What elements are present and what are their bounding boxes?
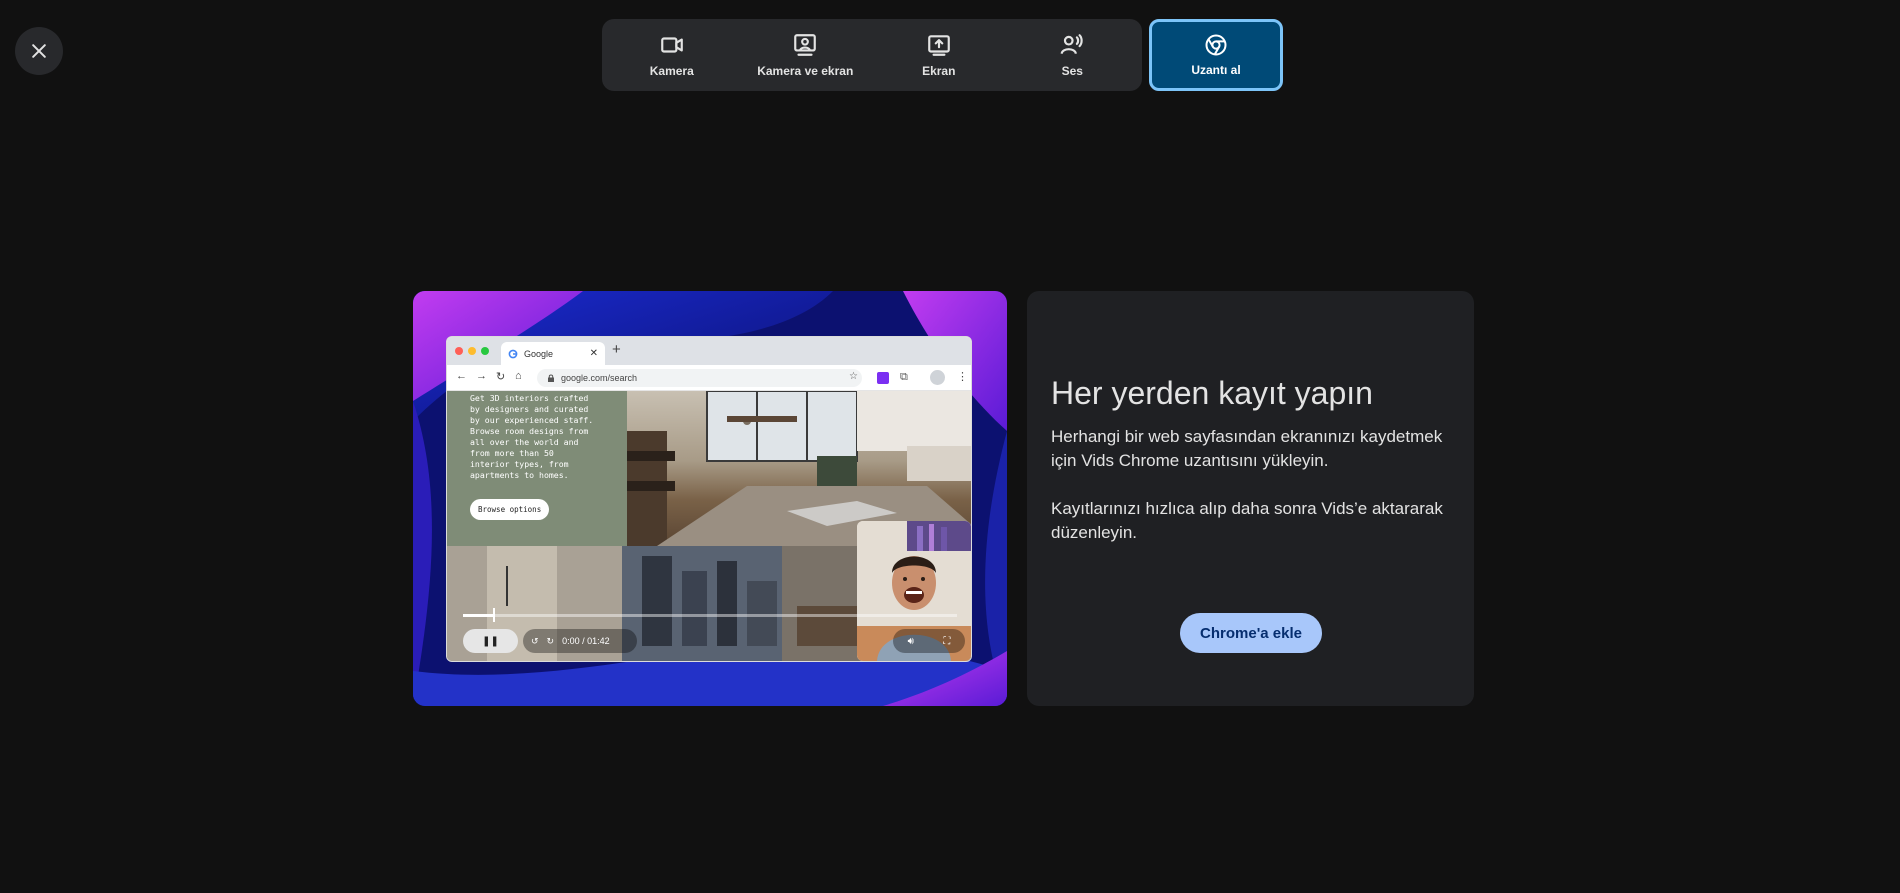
mode-audio-button[interactable]: Ses <box>1006 19 1140 91</box>
info-description-edit: Kayıtlarınızı hızlıca alıp daha sonra Vi… <box>1051 499 1443 542</box>
player-extra-controls: 🔊︎ ⛶ <box>893 629 965 653</box>
url-text: google.com/search <box>561 373 638 383</box>
mode-camera-label: Kamera <box>649 64 694 78</box>
promo-text: Get 3D interiors crafted by designers an… <box>470 393 594 480</box>
promo-panel: Get 3D interiors crafted by designers an… <box>447 391 627 546</box>
video-progress-thumb <box>492 608 495 622</box>
video-player-controls: ❚❚ ↺ ↻ 0:00 / 01:42 🔊︎ ⛶ <box>447 601 971 661</box>
screen-share-icon <box>927 35 950 56</box>
add-to-chrome-button[interactable]: Chrome'a ekle <box>1180 613 1322 653</box>
web-page-content: Get 3D interiors crafted by designers an… <box>447 391 971 661</box>
mode-get-extension-label: Uzantı al <box>1191 63 1241 77</box>
info-title: Her yerden kayıt yapın <box>1051 375 1373 411</box>
profile-avatar-icon <box>930 370 945 385</box>
close-button[interactable] <box>15 27 63 75</box>
browser-address-bar: ← → ↻ ⌂ google.com/search ☆ ⧉ ⋮ <box>447 365 971 391</box>
reload-icon: ↻ <box>496 371 506 383</box>
vids-extension-icon <box>877 372 889 384</box>
voice-icon <box>1060 34 1083 55</box>
extension-info-card: Her yerden kayıt yapın Herhangi bir web … <box>1027 291 1474 706</box>
tab-close-icon: ✕ <box>589 348 598 359</box>
fullscreen-icon: ⛶ <box>943 635 951 647</box>
recording-mode-toolbar: Kamera Kamera ve ekran Ekran Ses <box>602 19 1142 91</box>
extension-illustration: Google ✕ + ← → ↻ ⌂ google.com/search ☆ ⧉… <box>413 291 1007 706</box>
playback-controls: ↺ ↻ 0:00 / 01:42 <box>523 629 637 653</box>
window-minimize-dot <box>468 347 476 355</box>
home-icon: ⌂ <box>515 370 522 382</box>
mode-screen-button[interactable]: Ekran <box>872 19 1006 91</box>
url-field: google.com/search <box>537 369 862 387</box>
camera-screen-icon <box>794 34 817 56</box>
video-progress-bar <box>463 608 957 622</box>
info-description-install: Herhangi bir web sayfasından ekranınızı … <box>1051 427 1443 470</box>
rewind-icon: ↺ <box>531 635 539 646</box>
pause-button: ❚❚ <box>463 629 518 653</box>
browser-window-mockup: Google ✕ + ← → ↻ ⌂ google.com/search ☆ ⧉… <box>446 336 972 662</box>
chrome-icon <box>1205 34 1227 56</box>
mode-get-extension-button[interactable]: Uzantı al <box>1149 19 1283 91</box>
browser-tab-title: Google <box>524 348 554 359</box>
google-icon <box>508 349 518 358</box>
forward-icon: → <box>476 370 487 382</box>
window-close-dot <box>455 347 463 355</box>
forward-skip-icon: ↻ <box>546 635 555 646</box>
mode-audio-label: Ses <box>1061 64 1083 78</box>
new-tab-icon: + <box>612 341 621 358</box>
pause-icon: ❚❚ <box>482 635 499 647</box>
browse-options-button: Browse options <box>470 499 550 520</box>
camera-icon <box>660 37 683 53</box>
volume-icon: 🔊︎ <box>907 635 914 647</box>
window-maximize-dot <box>481 347 489 355</box>
lock-icon <box>548 374 554 382</box>
close-icon <box>32 44 46 58</box>
video-progress-fill <box>463 614 493 617</box>
browser-tabstrip: Google ✕ + <box>447 337 971 365</box>
more-menu-icon: ⋮ <box>957 371 968 383</box>
mode-screen-label: Ekran <box>922 64 956 78</box>
mode-camera-screen-button[interactable]: Kamera ve ekran <box>739 19 873 91</box>
mode-camera-screen-label: Kamera ve ekran <box>757 64 854 78</box>
browser-tab: Google ✕ <box>501 342 605 365</box>
back-icon: ← <box>456 370 467 382</box>
video-time: 0:00 / 01:42 <box>562 636 610 646</box>
bookmark-star-icon: ☆ <box>849 371 858 382</box>
mode-camera-button[interactable]: Kamera <box>605 19 739 91</box>
extensions-puzzle-icon: ⧉ <box>900 371 908 383</box>
